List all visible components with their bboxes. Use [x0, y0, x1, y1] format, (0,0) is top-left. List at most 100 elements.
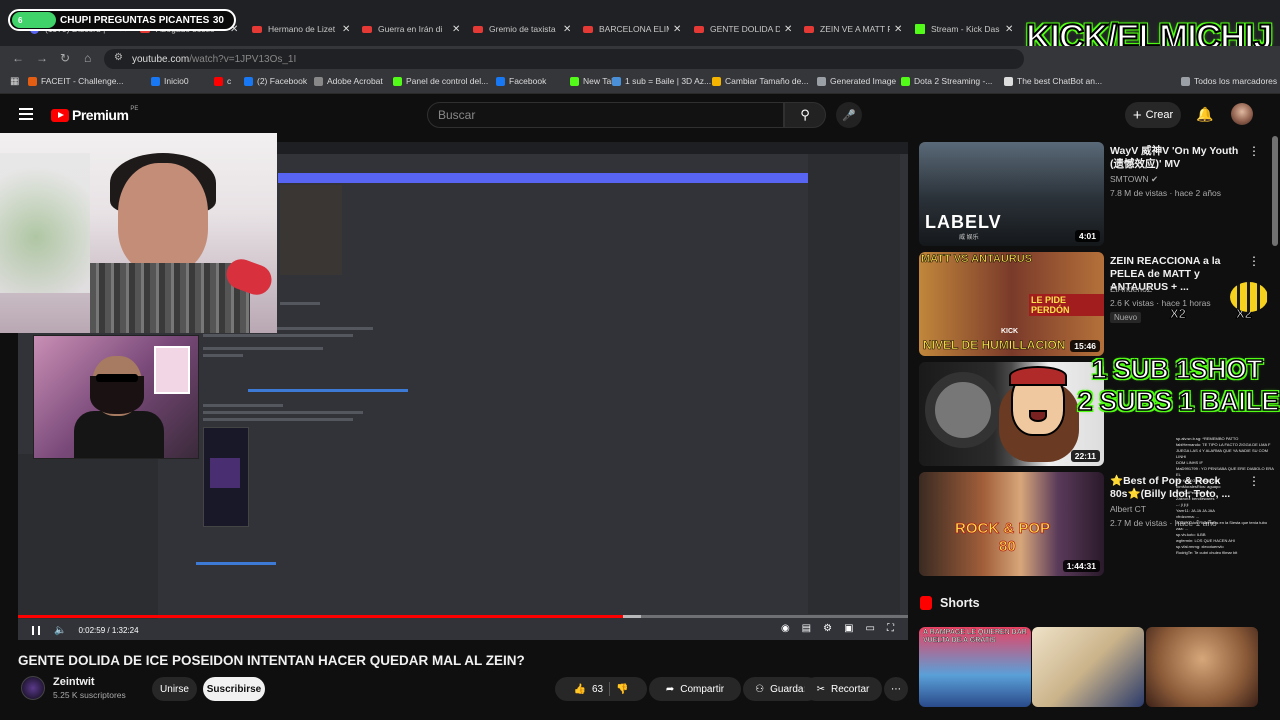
- share-button[interactable]: ➦ Compartir: [649, 677, 741, 701]
- channel-label: SMTOWN: [1110, 174, 1149, 184]
- bookmark-item[interactable]: Adobe Acrobat: [314, 76, 383, 86]
- tab-title: BARCELONA ELIM: [599, 24, 669, 34]
- subscribe-button[interactable]: Suscribirse: [203, 677, 265, 701]
- bee-emote: [1230, 282, 1268, 312]
- close-icon[interactable]: ✕: [563, 24, 571, 35]
- more-vertical-icon[interactable]: ⋮: [1248, 254, 1260, 268]
- short-item[interactable]: A RAMPAGE LE QUIEREN DAR VUELTA DE A GRA…: [919, 627, 1031, 707]
- bookmark-label: Facebook: [509, 76, 547, 86]
- miniplayer-icon[interactable]: ▣: [844, 623, 853, 634]
- bookmark-item[interactable]: Facebook: [496, 76, 546, 86]
- bookmark-item[interactable]: c: [214, 76, 231, 86]
- channel-avatar[interactable]: [21, 676, 45, 700]
- bookmark-item[interactable]: New Tab: [570, 76, 616, 86]
- bookmark-item[interactable]: Dota 2 Streaming -...: [901, 76, 992, 86]
- channel-name[interactable]: Zeintwit: [53, 676, 95, 688]
- close-icon[interactable]: ✕: [673, 24, 681, 35]
- embedded-screenshot: [203, 427, 249, 527]
- bookmark-favicon-icon: [570, 76, 579, 86]
- voice-search-button[interactable]: 🎤: [836, 102, 862, 128]
- site-info-icon[interactable]: ⚙: [114, 52, 123, 63]
- bookmark-item[interactable]: Cambiar Tamaño de...: [712, 76, 808, 86]
- create-button[interactable]: + Crear: [1125, 102, 1181, 128]
- close-icon[interactable]: ✕: [452, 24, 460, 35]
- close-icon[interactable]: ✕: [784, 24, 792, 35]
- autoplay-icon[interactable]: ◉: [781, 623, 790, 634]
- recommendation-channel[interactable]: ElAndenoZ: [1110, 284, 1152, 294]
- theater-icon[interactable]: ▭: [866, 623, 875, 634]
- recommendation-thumbnail[interactable]: LABELV 威 娱乐 4:01: [919, 142, 1104, 246]
- close-icon[interactable]: ✕: [342, 24, 350, 35]
- browser-tab[interactable]: Guerra en Irán di ✕: [362, 16, 464, 42]
- tab-title: GENTE DOLIDA DI: [710, 24, 780, 34]
- bookmark-item[interactable]: Inicio0: [151, 76, 189, 86]
- forward-icon[interactable]: →: [36, 51, 48, 65]
- thumbs-down-icon[interactable]: 👎: [616, 684, 628, 695]
- page-scrollbar[interactable]: [1272, 136, 1278, 246]
- bookmark-item[interactable]: FACEIT - Challenge...: [28, 76, 124, 86]
- recommendation-thumbnail[interactable]: MATT VS ANTAURUS LE PIDE PERDÓN KICK NIV…: [919, 252, 1104, 356]
- search-button[interactable]: ⚲: [784, 102, 826, 128]
- guest-sunglasses: [96, 374, 138, 382]
- kick-favicon-icon: [915, 24, 925, 34]
- bookmark-item[interactable]: The best ChatBot an...: [1004, 76, 1102, 86]
- browser-tab[interactable]: Stream - Kick Das ✕: [915, 16, 1017, 42]
- create-label: Crear: [1145, 109, 1174, 121]
- browser-tab[interactable]: Gremio de taxista ✕: [473, 16, 575, 42]
- bookmark-item[interactable]: (2) Facebook: [244, 76, 307, 86]
- close-icon[interactable]: ✕: [1005, 24, 1013, 35]
- chat-message: JUEGA LAS 4 Y ALARMA QUE YA NADIE SU COM…: [1176, 448, 1268, 459]
- apps-grid-icon[interactable]: ▦: [10, 76, 19, 87]
- more-vertical-icon[interactable]: ⋮: [1248, 144, 1260, 158]
- message-line: [203, 347, 323, 350]
- home-icon[interactable]: ⌂: [84, 51, 91, 65]
- join-button[interactable]: Unirse: [152, 677, 197, 701]
- reload-icon[interactable]: ↻: [60, 51, 70, 65]
- account-avatar[interactable]: [1231, 103, 1253, 125]
- recommendation-item[interactable]: MATT VS ANTAURUS LE PIDE PERDÓN KICK NIV…: [918, 252, 1268, 358]
- volume-icon[interactable]: 🔈: [54, 625, 66, 636]
- short-item[interactable]: [1146, 627, 1258, 707]
- browser-tab[interactable]: ZEIN VE A MATT P ✕: [804, 16, 906, 42]
- pause-icon[interactable]: [32, 626, 40, 635]
- overlay-title: CHUPI PREGUNTAS PICANTES: [60, 14, 210, 26]
- url-field[interactable]: ⚙ youtube.com/watch?v=1JPV13Os_1I: [104, 49, 1024, 69]
- scissors-icon: ✂: [816, 683, 826, 695]
- recommendation-thumbnail[interactable]: 22:11: [919, 362, 1104, 466]
- more-actions-button[interactable]: ⋯: [884, 677, 908, 701]
- bookmark-item[interactable]: Panel de control del...: [393, 76, 488, 86]
- recommendation-thumbnail[interactable]: ROCK & POP 80 1:44:31: [919, 472, 1104, 576]
- menu-icon[interactable]: [19, 108, 33, 120]
- bookmark-item[interactable]: Todos los marcadores: [1181, 76, 1277, 86]
- fullscreen-icon[interactable]: ⛶: [887, 623, 894, 634]
- clip-button[interactable]: ✂ Recortar: [804, 677, 882, 701]
- thumb-text: LABELV: [925, 212, 1002, 232]
- recommendation-channel[interactable]: SMTOWN ✔: [1110, 174, 1158, 185]
- share-label: Compartir: [680, 683, 725, 695]
- browser-tab[interactable]: GENTE DOLIDA DI ✕: [694, 16, 796, 42]
- short-item[interactable]: [1032, 627, 1144, 707]
- recommendation-item[interactable]: LABELV 威 娱乐 4:01 WayV 威神V 'On My Youth (…: [918, 142, 1268, 248]
- subtitles-icon[interactable]: ▤: [802, 623, 811, 634]
- thumb-text: ROCK & POP: [955, 520, 1051, 538]
- youtube-favicon-icon: [804, 25, 814, 33]
- browser-tab[interactable]: BARCELONA ELIM ✕: [583, 16, 685, 42]
- close-icon[interactable]: ✕: [894, 24, 902, 35]
- youtube-logo[interactable]: Premium PE: [51, 106, 138, 123]
- recommendation-channel[interactable]: Albert CT: [1110, 504, 1146, 514]
- bell-icon[interactable]: 🔔: [1196, 106, 1213, 123]
- recommendation-title[interactable]: WayV 威神V 'On My Youth (遗憾效应)' MV: [1110, 145, 1250, 171]
- divider: [609, 682, 611, 696]
- logo-word: Premium: [72, 107, 129, 123]
- video-duration: 4:01: [1074, 230, 1100, 242]
- overlay-count: 30: [212, 14, 224, 26]
- bookmark-item[interactable]: Generated Image: [817, 76, 896, 86]
- like-count[interactable]: 63: [592, 684, 603, 695]
- settings-icon[interactable]: ⚙: [823, 623, 832, 634]
- browser-tab[interactable]: Hermano de Lizet ✕: [252, 16, 354, 42]
- thumb-character-hat: [1009, 366, 1067, 386]
- back-icon[interactable]: ←: [12, 51, 24, 65]
- bookmark-item[interactable]: 1 sub = Baile | 3D Az...: [612, 76, 711, 86]
- search-input[interactable]: Buscar: [427, 102, 784, 128]
- thumbs-up-icon[interactable]: 👍: [573, 684, 585, 695]
